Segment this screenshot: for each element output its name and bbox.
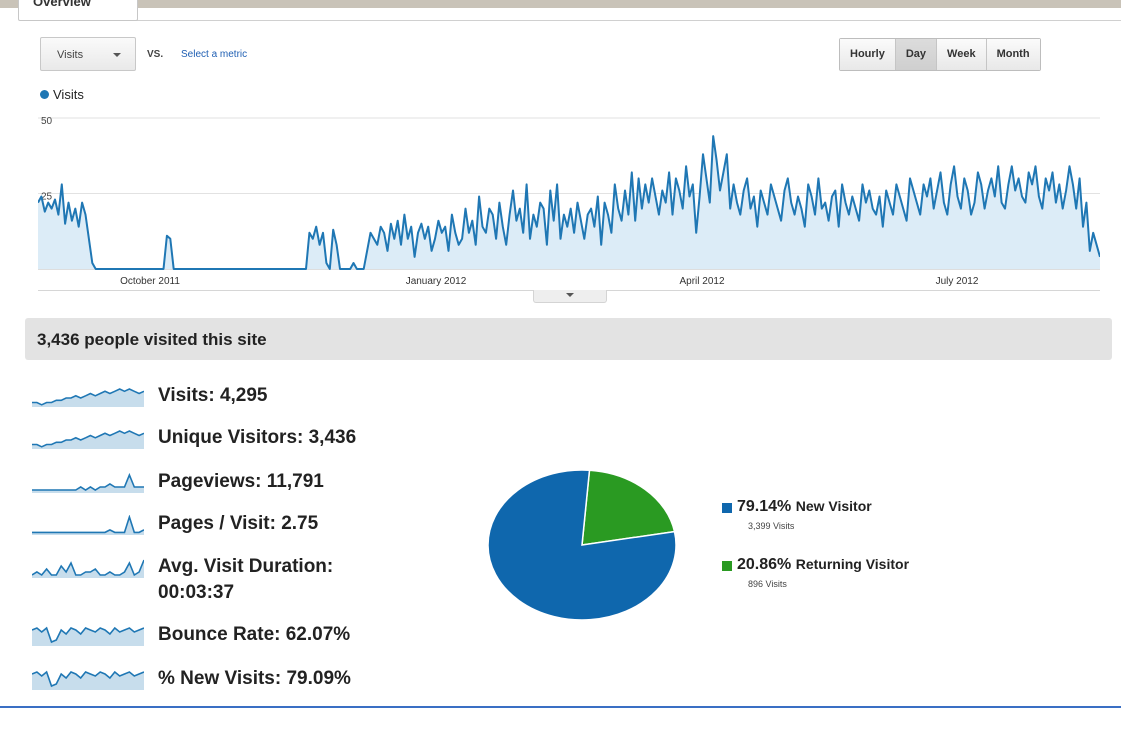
x-tick-label: April 2012 [679, 276, 724, 287]
x-tick-label: October 2011 [120, 276, 180, 287]
period-selector: Hourly Day Week Month [839, 38, 1041, 71]
visits-line-chart: 5025October 2011 January 2012 April 2012 Ju… [38, 116, 1100, 287]
visits-area-fill [38, 136, 1100, 269]
returning-visitor-swatch [722, 561, 732, 571]
bottom-border [0, 706, 1121, 708]
x-tick-label: January 2012 [406, 276, 467, 287]
new-visitor-swatch [722, 503, 732, 513]
top-border [0, 0, 1121, 8]
returning-visitor-label: Returning Visitor [795, 556, 910, 572]
returning-visitor-percent: 20.86% [737, 556, 792, 573]
pages-per-visit-sparkline[interactable] [32, 515, 144, 535]
select-metric-link[interactable]: Select a metric [181, 49, 247, 60]
visits-sparkline[interactable] [32, 387, 144, 407]
day-button[interactable]: Day [895, 39, 938, 70]
stat-new-visits-text: % New Visits: 79.09% [158, 668, 351, 689]
summary-header: 3,436 people visited this site [25, 318, 1112, 360]
sparkline-fill [32, 431, 144, 449]
returning-visitor-visits: 896 Visits [748, 579, 787, 589]
x-tick-label: July 2012 [936, 276, 979, 287]
stat-pageviews-text: Pageviews: 11,791 [158, 471, 324, 492]
avg-visit-duration-sparkline[interactable] [32, 558, 144, 578]
stat-visits-text: Visits: 4,295 [158, 385, 268, 406]
tab-divider [136, 20, 1121, 21]
vs-label: VS. [147, 49, 164, 60]
sparkline-fill [32, 389, 144, 407]
new-visitor-label: New Visitor [795, 498, 872, 514]
chevron-down-icon [113, 53, 121, 57]
new-visits-sparkline[interactable] [32, 670, 144, 690]
y-tick-label: 50 [41, 116, 53, 127]
sparkline-fill [32, 560, 144, 578]
metric-dropdown-label: Visits [57, 49, 84, 61]
pageviews-sparkline[interactable] [32, 473, 144, 493]
hourly-button[interactable]: Hourly [840, 39, 896, 70]
sparkline-fill [32, 672, 144, 690]
metric-dropdown[interactable]: Visits [40, 37, 136, 71]
visitor-type-pie-chart [487, 469, 677, 621]
stat-avg-visit-duration-value: 00:03:37 [158, 582, 235, 603]
bounce-rate-sparkline[interactable] [32, 626, 144, 646]
chart-legend: Visits [40, 87, 84, 102]
stat-avg-visit-duration-text: Avg. Visit Duration: [158, 556, 334, 577]
collapse-chart-button[interactable] [533, 290, 607, 303]
legend-dot-icon [40, 90, 49, 99]
chevron-down-icon [566, 293, 574, 297]
summary-title: 3,436 people visited this site [37, 330, 267, 349]
stat-bounce-rate-text: Bounce Rate: 62.07% [158, 624, 351, 645]
week-button[interactable]: Week [937, 39, 987, 70]
stat-unique-visitors-text: Unique Visitors: 3,436 [158, 427, 357, 448]
new-visitor-percent: 79.14% [737, 498, 792, 515]
tab-overview[interactable]: Overview [18, 0, 138, 21]
sparkline-fill [32, 628, 144, 646]
tab-overview-label: Overview [33, 0, 91, 9]
legend-series-label: Visits [53, 87, 84, 102]
new-visitor-visits: 3,399 Visits [748, 521, 795, 531]
stat-pages-per-visit-text: Pages / Visit: 2.75 [158, 513, 319, 534]
month-button[interactable]: Month [986, 39, 1040, 70]
unique-visitors-sparkline[interactable] [32, 429, 144, 449]
